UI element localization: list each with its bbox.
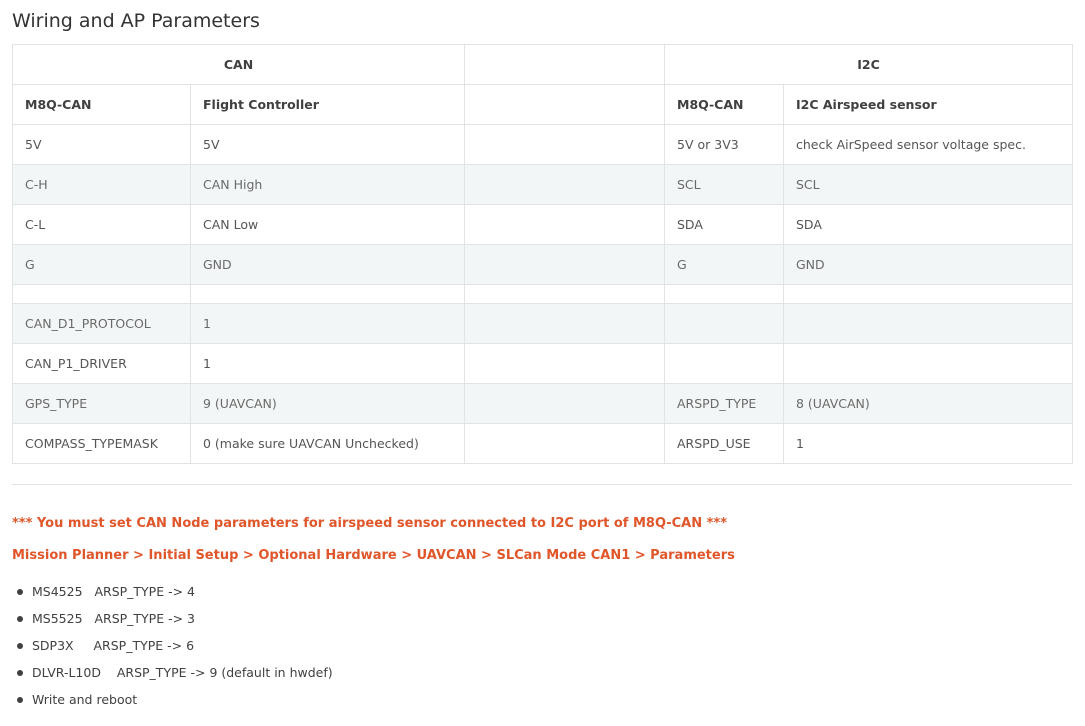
column-header: M8Q-CAN (12, 84, 191, 125)
sensor-type-list: MS4525 ARSP_TYPE -> 4 MS5525 ARSP_TYPE -… (12, 583, 333, 718)
table-cell (664, 284, 784, 304)
table-cell (464, 244, 665, 285)
list-item-text: MS5525 ARSP_TYPE -> 3 (32, 611, 196, 626)
table-cell: CAN_P1_DRIVER (12, 343, 191, 384)
table-group-header-row: CAN I2C (12, 44, 1073, 85)
table-cell (664, 303, 784, 344)
mission-planner-path-text: Mission Planner > Initial Setup > Option… (12, 548, 735, 563)
horizontal-divider (12, 484, 1072, 485)
table-cell: GND (190, 244, 465, 285)
table-cell (12, 284, 191, 304)
table-cell (464, 383, 665, 424)
table-cell (783, 303, 1073, 344)
table-cell (464, 343, 665, 384)
list-item-text: Write and reboot (32, 692, 138, 707)
column-header: I2C Airspeed sensor (783, 84, 1073, 125)
table-row: CAN_D1_PROTOCOL 1 (12, 303, 1073, 344)
table-cell (464, 124, 665, 165)
table-cell: C-L (12, 204, 191, 245)
table-cell (664, 343, 784, 384)
table-cell: G (664, 244, 784, 285)
table-cell (464, 284, 665, 304)
list-item: Write and reboot (12, 691, 333, 718)
table-row-spacer (12, 284, 1073, 304)
table-cell: CAN High (190, 164, 465, 205)
table-cell: 0 (make sure UAVCAN Unchecked) (190, 423, 465, 464)
table-row: COMPASS_TYPEMASK 0 (make sure UAVCAN Unc… (12, 423, 1073, 464)
table-cell (190, 284, 465, 304)
table-cell: ARSPD_USE (664, 423, 784, 464)
page-title: Wiring and AP Parameters (12, 10, 260, 32)
table-cell: 1 (190, 343, 465, 384)
table-cell: G (12, 244, 191, 285)
table-cell: GPS_TYPE (12, 383, 191, 424)
table-cell: SCL (664, 164, 784, 205)
wiring-parameters-table: CAN I2C M8Q-CAN Flight Controller M8Q-CA… (12, 44, 1073, 464)
list-item: DLVR-L10D ARSP_TYPE -> 9 (default in hwd… (12, 664, 333, 691)
table-row: CAN_P1_DRIVER 1 (12, 343, 1073, 384)
list-item: SDP3X ARSP_TYPE -> 6 (12, 637, 333, 664)
group-header-empty (464, 44, 665, 85)
group-header-can: CAN (12, 44, 465, 85)
table-cell (783, 343, 1073, 384)
table-cell: 9 (UAVCAN) (190, 383, 465, 424)
list-item: MS5525 ARSP_TYPE -> 3 (12, 610, 333, 637)
bullet-icon (17, 643, 23, 649)
table-cell (464, 164, 665, 205)
table-cell: GND (783, 244, 1073, 285)
table-row: 5V 5V 5V or 3V3 check AirSpeed sensor vo… (12, 124, 1073, 165)
table-cell: 5V or 3V3 (664, 124, 784, 165)
table-row: C-H CAN High SCL SCL (12, 164, 1073, 205)
column-header (464, 84, 665, 125)
table-cell: 5V (12, 124, 191, 165)
table-cell (464, 303, 665, 344)
table-cell: CAN_D1_PROTOCOL (12, 303, 191, 344)
list-item: MS4525 ARSP_TYPE -> 4 (12, 583, 333, 610)
list-item-text: MS4525 ARSP_TYPE -> 4 (32, 584, 196, 599)
table-cell: 5V (190, 124, 465, 165)
table-cell (464, 204, 665, 245)
bullet-icon (17, 616, 23, 622)
table-row: GPS_TYPE 9 (UAVCAN) ARSPD_TYPE 8 (UAVCAN… (12, 383, 1073, 424)
table-cell: SDA (783, 204, 1073, 245)
table-cell: ARSPD_TYPE (664, 383, 784, 424)
list-item-text: DLVR-L10D ARSP_TYPE -> 9 (default in hwd… (32, 665, 333, 680)
table-cell: check AirSpeed sensor voltage spec. (783, 124, 1073, 165)
airspeed-warning-text: *** You must set CAN Node parameters for… (12, 516, 728, 531)
table-cell (783, 284, 1073, 304)
table-cell: 1 (783, 423, 1073, 464)
table-row: C-L CAN Low SDA SDA (12, 204, 1073, 245)
group-header-i2c: I2C (664, 44, 1073, 85)
table-cell: 1 (190, 303, 465, 344)
table-cell: 8 (UAVCAN) (783, 383, 1073, 424)
table-row: G GND G GND (12, 244, 1073, 285)
table-cell: CAN Low (190, 204, 465, 245)
table-column-header-row: M8Q-CAN Flight Controller M8Q-CAN I2C Ai… (12, 84, 1073, 125)
bullet-icon (17, 589, 23, 595)
table-cell: SDA (664, 204, 784, 245)
table-cell: SCL (783, 164, 1073, 205)
list-item-text: SDP3X ARSP_TYPE -> 6 (32, 638, 195, 653)
bullet-icon (17, 697, 23, 703)
bullet-icon (17, 670, 23, 676)
table-cell: C-H (12, 164, 191, 205)
column-header: M8Q-CAN (664, 84, 784, 125)
table-cell (464, 423, 665, 464)
column-header: Flight Controller (190, 84, 465, 125)
table-cell: COMPASS_TYPEMASK (12, 423, 191, 464)
